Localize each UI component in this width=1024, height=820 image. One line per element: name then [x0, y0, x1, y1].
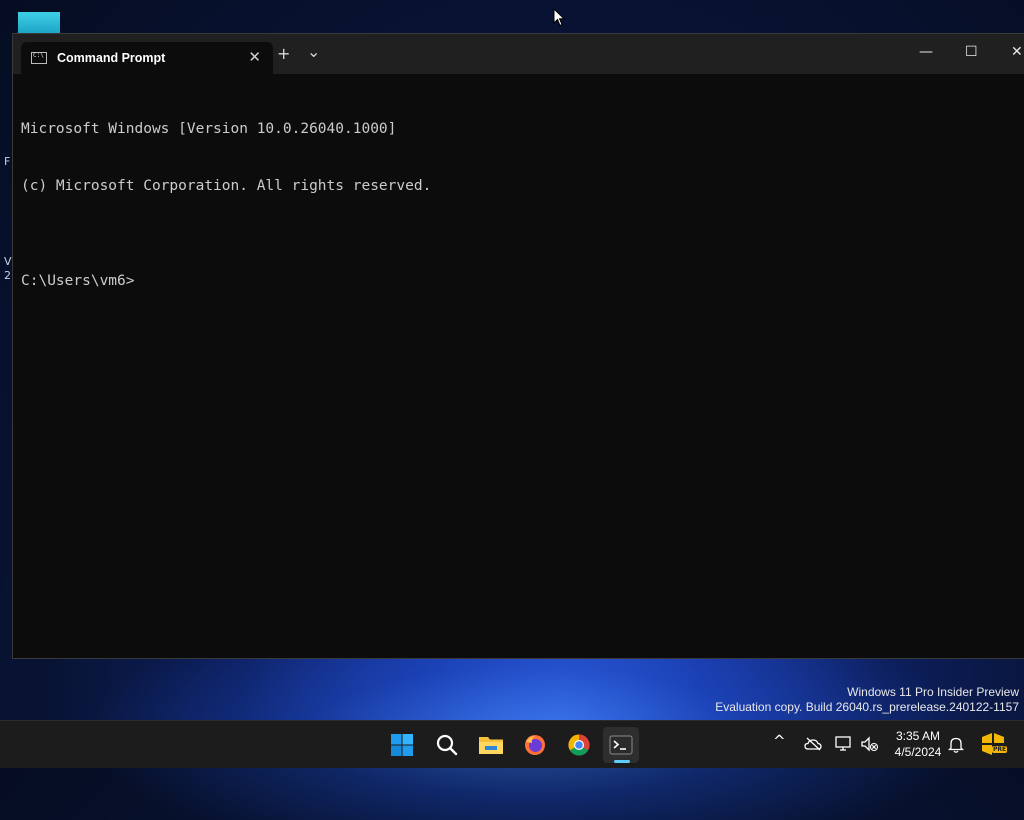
- network-icon[interactable]: [835, 736, 853, 752]
- watermark-line-edition: Windows 11 Pro Insider Preview: [847, 685, 1019, 699]
- insider-badge-icon: [982, 733, 1004, 755]
- desktop-label-fragment: F: [4, 155, 11, 168]
- tab-title: Command Prompt: [57, 51, 166, 65]
- terminal-prompt[interactable]: C:\Users\vm6>: [21, 272, 1024, 291]
- file-explorer-button[interactable]: [473, 727, 509, 763]
- notification-bell-icon[interactable]: [948, 736, 964, 754]
- folder-icon: [479, 737, 503, 754]
- close-window-button[interactable]: ✕: [1011, 44, 1023, 60]
- tab-close-button[interactable]: ✕: [248, 48, 261, 66]
- search-icon: [436, 734, 458, 756]
- start-button[interactable]: [384, 727, 420, 763]
- insider-preview-icon[interactable]: PRE: [980, 731, 1008, 757]
- search-button[interactable]: [429, 727, 465, 763]
- new-tab-button[interactable]: +: [277, 46, 290, 62]
- watermark-line-build: Evaluation copy. Build 26040.rs_prerelea…: [715, 700, 1019, 714]
- firefox-icon: [525, 735, 545, 755]
- evaluation-watermark: Windows 11 Pro Insider Preview Evaluatio…: [715, 685, 1019, 715]
- command-prompt-icon: [31, 52, 47, 64]
- terminal-icon: [609, 735, 633, 755]
- taskbar: ^ 3:35 AM 4/5/2024 PRE: [0, 720, 1024, 768]
- active-app-indicator: [614, 760, 630, 763]
- terminal-line: Microsoft Windows [Version 10.0.26040.10…: [21, 121, 397, 137]
- insider-badge-label: PRE: [992, 746, 1008, 753]
- tab-command-prompt[interactable]: Command Prompt ✕: [21, 42, 273, 74]
- show-hidden-icons-button[interactable]: ^: [773, 733, 786, 749]
- chrome-button[interactable]: [561, 727, 597, 763]
- terminal-output[interactable]: Microsoft Windows [Version 10.0.26040.10…: [21, 82, 1024, 329]
- mouse-cursor-icon: [553, 8, 565, 27]
- volume-muted-icon[interactable]: [861, 736, 879, 752]
- clock[interactable]: 3:35 AM 4/5/2024: [886, 728, 950, 760]
- desktop-shortcut-icon[interactable]: [18, 12, 60, 34]
- minimize-button[interactable]: —: [919, 44, 933, 60]
- firefox-button[interactable]: [517, 727, 553, 763]
- title-bar[interactable]: Command Prompt ✕ + ⌄ — ☐ ✕: [13, 34, 1024, 74]
- windows-logo-icon: [391, 734, 413, 756]
- clock-date: 4/5/2024: [894, 745, 942, 759]
- desktop-label-fragment: V: [4, 255, 12, 268]
- terminal-line: (c) Microsoft Corporation. All rights re…: [21, 178, 432, 194]
- tab-dropdown-button[interactable]: ⌄: [307, 44, 320, 60]
- clock-time: 3:35 AM: [895, 729, 941, 743]
- terminal-taskbar-button[interactable]: [603, 727, 639, 763]
- maximize-button[interactable]: ☐: [965, 44, 978, 60]
- terminal-window[interactable]: Command Prompt ✕ + ⌄ — ☐ ✕ Microsoft Win…: [12, 33, 1024, 659]
- chrome-icon: [568, 734, 590, 756]
- onedrive-offline-icon[interactable]: [804, 737, 822, 751]
